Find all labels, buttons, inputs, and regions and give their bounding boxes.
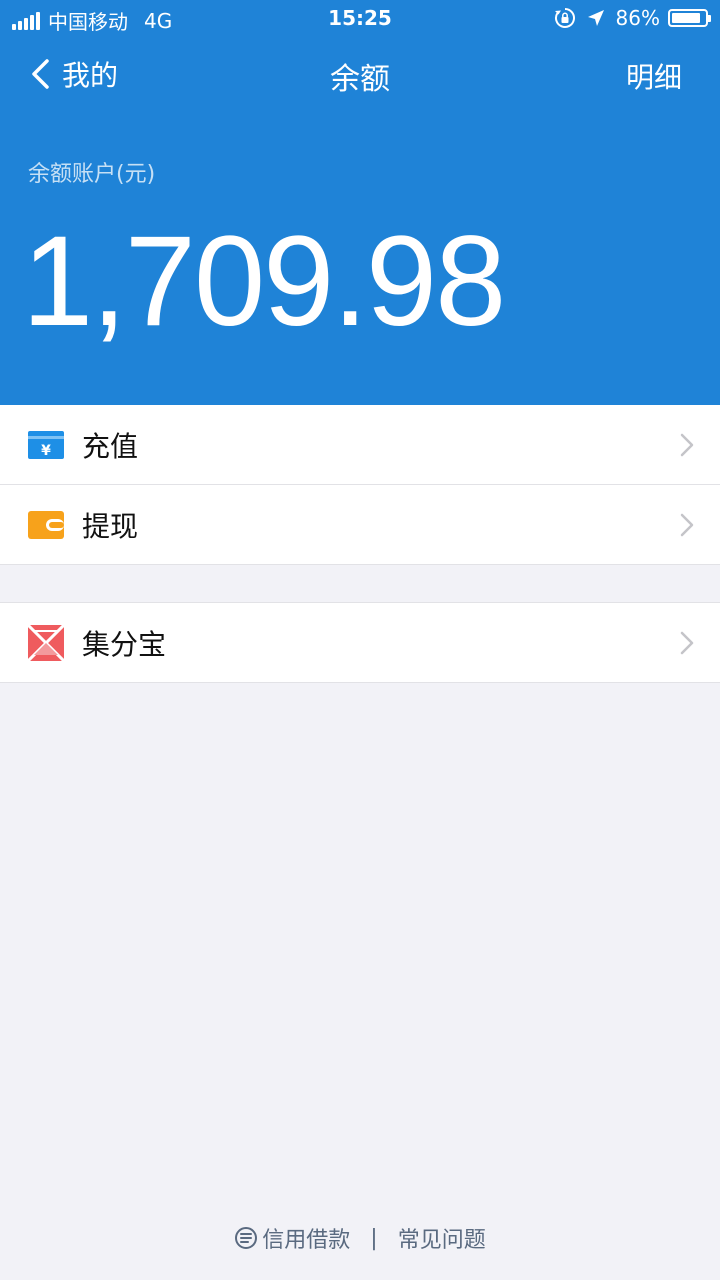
balance-amount: 1,709.98 — [22, 210, 506, 353]
jifenbao-icon — [28, 624, 64, 661]
jifenbao-item[interactable]: 集分宝 — [0, 603, 720, 683]
location-arrow-icon — [587, 10, 604, 26]
footer-links: 信用借款 | 常见问题 — [0, 1222, 720, 1254]
credit-loan-icon — [235, 1227, 258, 1249]
wallet-icon — [28, 510, 64, 539]
rotation-lock-icon — [554, 8, 575, 28]
withdraw-item[interactable]: 提现 — [0, 485, 720, 565]
jifenbao-label: 集分宝 — [82, 627, 167, 661]
balance-header: 中国移动 4G 15:25 86% 我的 余额 明细 余额账户(元) 1,709… — [0, 0, 720, 405]
battery-icon — [668, 9, 711, 27]
fund-actions-list: ¥ 充值 提现 — [0, 405, 720, 565]
withdraw-label: 提现 — [82, 509, 139, 543]
chevron-right-icon — [680, 631, 694, 655]
faq-label: 常见问题 — [397, 1228, 486, 1253]
recharge-card-icon: ¥ — [28, 430, 64, 459]
battery-percent: 86% — [615, 6, 660, 30]
detail-button[interactable]: 明细 — [626, 56, 682, 96]
recharge-item[interactable]: ¥ 充值 — [0, 405, 720, 485]
status-bar: 中国移动 4G 15:25 86% — [0, 0, 720, 36]
account-label: 余额账户(元) — [28, 162, 156, 187]
points-list: 集分宝 — [0, 602, 720, 683]
footer-divider: | — [370, 1225, 378, 1251]
faq-link[interactable]: 常见问题 — [398, 1222, 486, 1254]
credit-loan-link[interactable]: 信用借款 — [234, 1222, 350, 1254]
status-right: 86% — [554, 6, 711, 30]
recharge-label: 充值 — [82, 429, 139, 463]
svg-text:¥: ¥ — [41, 443, 51, 459]
chevron-right-icon — [680, 513, 694, 537]
page-title: 余额 — [330, 62, 390, 97]
credit-loan-label: 信用借款 — [262, 1228, 351, 1253]
battery-level — [672, 13, 700, 23]
chevron-right-icon — [680, 433, 694, 457]
